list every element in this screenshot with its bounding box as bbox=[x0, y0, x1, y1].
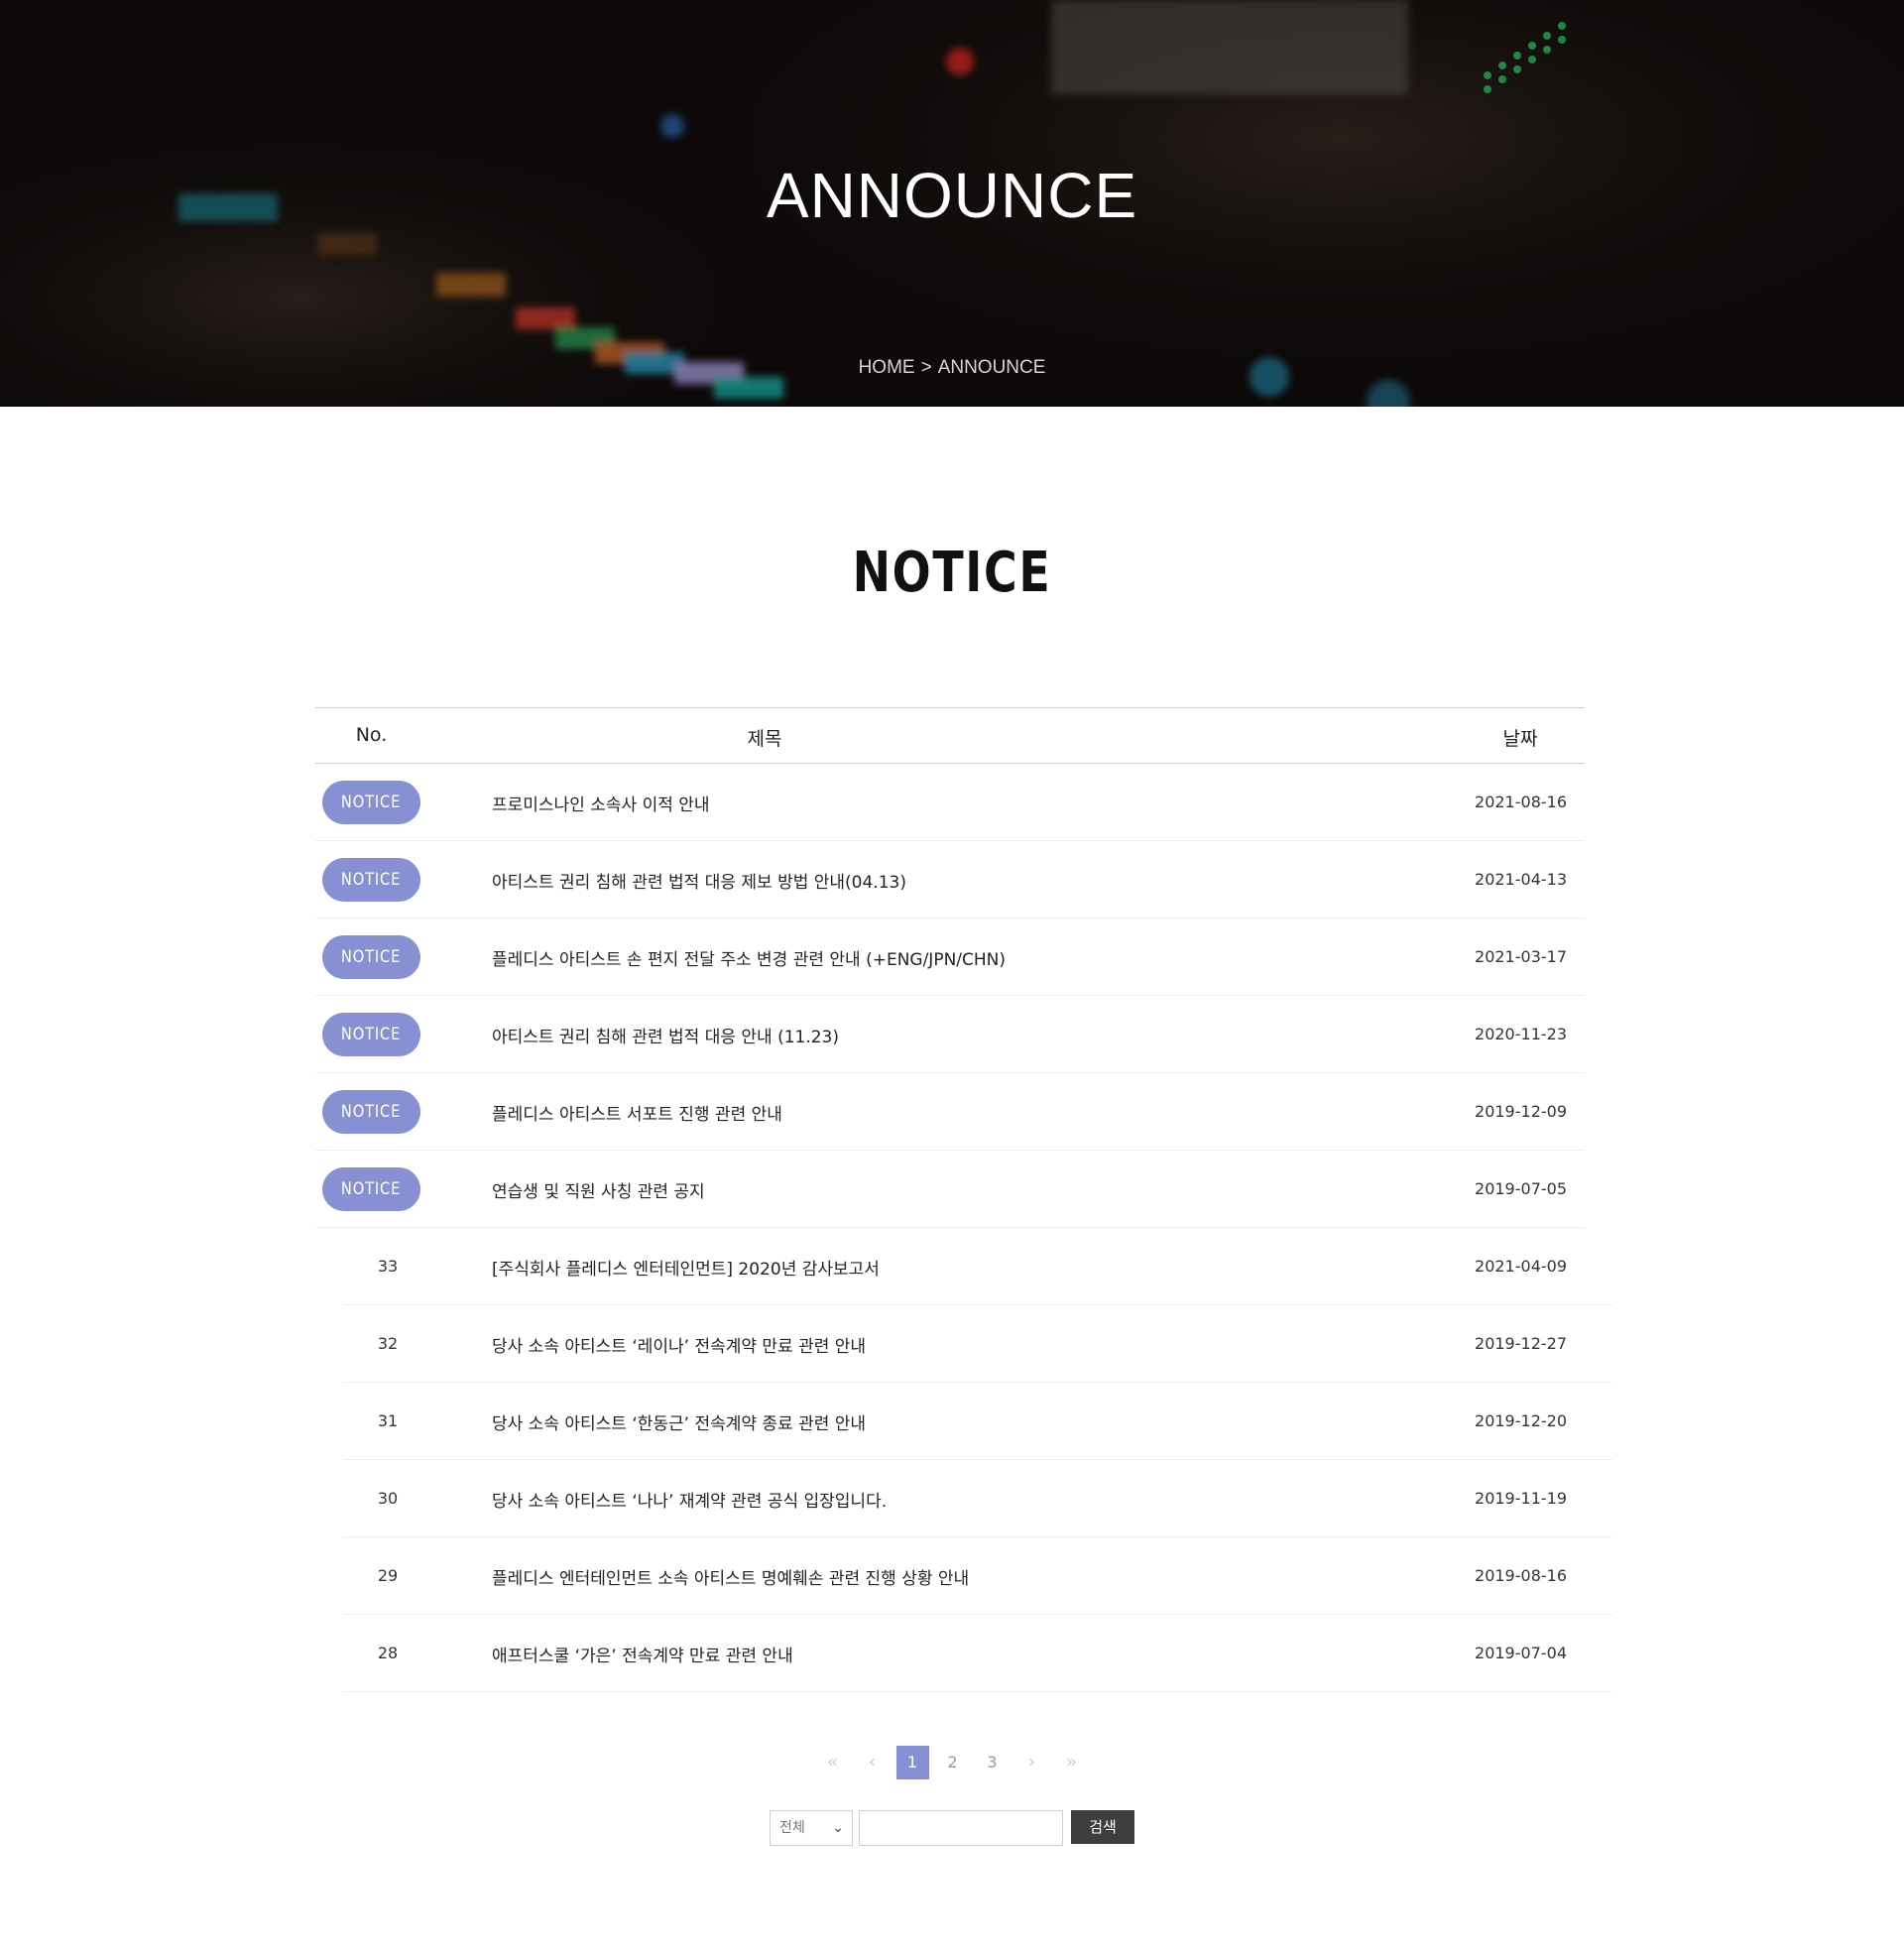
post-title-link[interactable]: 아티스트 권리 침해 관련 법적 대응 안내 (11.23) bbox=[492, 1023, 839, 1047]
post-date: 2019-12-20 bbox=[1475, 1411, 1567, 1430]
first-page-icon[interactable]: « bbox=[813, 1746, 853, 1779]
post-title-link[interactable]: 당사 소속 아티스트 ‘나나’ 재계약 관련 공식 입장입니다. bbox=[492, 1487, 887, 1512]
page-link-2[interactable]: 2 bbox=[933, 1746, 973, 1779]
post-title-link[interactable]: 연습생 및 직원 사칭 관련 공지 bbox=[492, 1177, 705, 1202]
post-number: 32 bbox=[377, 1334, 399, 1353]
notice-row: NOTICE 플레디스 아티스트 손 편지 전달 주소 변경 관련 안내 (+E… bbox=[315, 918, 1585, 996]
notice-row: NOTICE 아티스트 권리 침해 관련 법적 대응 안내 (11.23) 20… bbox=[315, 996, 1585, 1073]
post-number: 33 bbox=[377, 1257, 399, 1276]
search-button[interactable]: 검색 bbox=[1071, 1810, 1134, 1844]
notice-badge: NOTICE bbox=[322, 1090, 420, 1134]
pagination: « ‹ 1 2 3 › » bbox=[0, 1746, 1904, 1779]
post-title-link[interactable]: 플레디스 아티스트 서포트 진행 관련 안내 bbox=[492, 1100, 782, 1125]
post-title-link[interactable]: 애프터스쿨 ‘가은’ 전속계약 만료 관련 안내 bbox=[492, 1642, 793, 1666]
post-title-link[interactable]: 프로미스나인 소속사 이적 안내 bbox=[492, 791, 710, 815]
post-title-link[interactable]: 플레디스 엔터테인먼트 소속 아티스트 명예훼손 관련 진행 상황 안내 bbox=[492, 1564, 969, 1589]
post-date: 2019-08-16 bbox=[1475, 1566, 1567, 1585]
notice-badge: NOTICE bbox=[322, 935, 420, 979]
post-row: 29 플레디스 엔터테인먼트 소속 아티스트 명예훼손 관련 진행 상황 안내 … bbox=[343, 1537, 1612, 1615]
column-header-title: 제목 bbox=[747, 728, 782, 750]
post-date: 2021-08-16 bbox=[1475, 793, 1567, 811]
last-page-icon[interactable]: » bbox=[1052, 1746, 1092, 1779]
notice-row: NOTICE 연습생 및 직원 사칭 관련 공지 2019-07-05 bbox=[315, 1151, 1585, 1228]
post-number: 31 bbox=[377, 1411, 399, 1430]
breadcrumb-home-link[interactable]: HOME bbox=[859, 357, 915, 378]
notice-badge: NOTICE bbox=[322, 1013, 420, 1056]
page-link-3[interactable]: 3 bbox=[973, 1746, 1012, 1779]
breadcrumb: HOME > ANNOUNCE bbox=[0, 357, 1904, 379]
post-date: 2019-12-09 bbox=[1475, 1102, 1567, 1121]
page-link-1[interactable]: 1 bbox=[895, 1746, 929, 1779]
post-date: 2019-07-04 bbox=[1475, 1644, 1567, 1662]
table-header: No. 제목 날짜 bbox=[315, 707, 1585, 764]
notice-row: NOTICE 아티스트 권리 침해 관련 법적 대응 제보 방법 안내(04.1… bbox=[315, 841, 1585, 918]
post-date: 2019-07-05 bbox=[1475, 1179, 1567, 1198]
hero-title: ANNOUNCE bbox=[766, 160, 1138, 231]
notice-badge: NOTICE bbox=[322, 1167, 420, 1211]
notice-badge: NOTICE bbox=[322, 858, 420, 902]
column-header-no: No. bbox=[355, 724, 388, 746]
breadcrumb-separator: > bbox=[920, 357, 932, 378]
post-number: 28 bbox=[377, 1644, 399, 1662]
column-header-date: 날짜 bbox=[1502, 728, 1538, 750]
notice-badge: NOTICE bbox=[322, 781, 420, 824]
post-title-link[interactable]: 당사 소속 아티스트 ‘레이나’ 전속계약 만료 관련 안내 bbox=[492, 1332, 866, 1357]
notice-row: NOTICE 플레디스 아티스트 서포트 진행 관련 안내 2019-12-09 bbox=[315, 1073, 1585, 1151]
search-input[interactable] bbox=[859, 1810, 1063, 1846]
hero-banner: ANNOUNCE HOME > ANNOUNCE bbox=[0, 0, 1904, 407]
post-row: 32 당사 소속 아티스트 ‘레이나’ 전속계약 만료 관련 안내 2019-1… bbox=[343, 1305, 1612, 1383]
post-title-link[interactable]: 당사 소속 아티스트 ‘한동근’ 전속계약 종료 관련 안내 bbox=[492, 1409, 866, 1434]
post-date: 2021-03-17 bbox=[1475, 947, 1567, 966]
post-row: 30 당사 소속 아티스트 ‘나나’ 재계약 관련 공식 입장입니다. 2019… bbox=[343, 1460, 1612, 1537]
search-bar: 전체 ⌄ 검색 bbox=[770, 1810, 1134, 1846]
prev-page-icon[interactable]: ‹ bbox=[853, 1746, 892, 1779]
post-date: 2019-11-19 bbox=[1475, 1489, 1567, 1508]
next-page-icon[interactable]: › bbox=[1012, 1746, 1052, 1779]
post-number: 29 bbox=[377, 1566, 399, 1585]
search-scope-value: 전체 bbox=[779, 1820, 805, 1836]
post-title-link[interactable]: [주식회사 플레디스 엔터테인먼트] 2020년 감사보고서 bbox=[492, 1255, 880, 1280]
post-number: 30 bbox=[377, 1489, 399, 1508]
post-row: 33 [주식회사 플레디스 엔터테인먼트] 2020년 감사보고서 2021-0… bbox=[343, 1228, 1612, 1305]
search-scope-select[interactable]: 전체 ⌄ bbox=[770, 1810, 853, 1846]
chevron-down-icon: ⌄ bbox=[832, 1820, 844, 1836]
post-date: 2021-04-13 bbox=[1475, 870, 1567, 889]
post-title-link[interactable]: 아티스트 권리 침해 관련 법적 대응 제보 방법 안내(04.13) bbox=[492, 868, 906, 893]
notice-row: NOTICE 프로미스나인 소속사 이적 안내 2021-08-16 bbox=[315, 764, 1585, 841]
post-row: 28 애프터스쿨 ‘가은’ 전속계약 만료 관련 안내 2019-07-04 bbox=[343, 1615, 1612, 1692]
page-title: NOTICE bbox=[852, 541, 1052, 605]
post-date: 2020-11-23 bbox=[1475, 1025, 1567, 1043]
post-date: 2019-12-27 bbox=[1475, 1334, 1567, 1353]
breadcrumb-current: ANNOUNCE bbox=[937, 357, 1046, 378]
notice-board-table: No. 제목 날짜 NOTICE 프로미스나인 소속사 이적 안내 2021-0… bbox=[315, 707, 1612, 1692]
post-title-link[interactable]: 플레디스 아티스트 손 편지 전달 주소 변경 관련 안내 (+ENG/JPN/… bbox=[492, 945, 1006, 970]
post-row: 31 당사 소속 아티스트 ‘한동근’ 전속계약 종료 관련 안내 2019-1… bbox=[343, 1383, 1612, 1460]
post-date: 2021-04-09 bbox=[1475, 1257, 1567, 1276]
